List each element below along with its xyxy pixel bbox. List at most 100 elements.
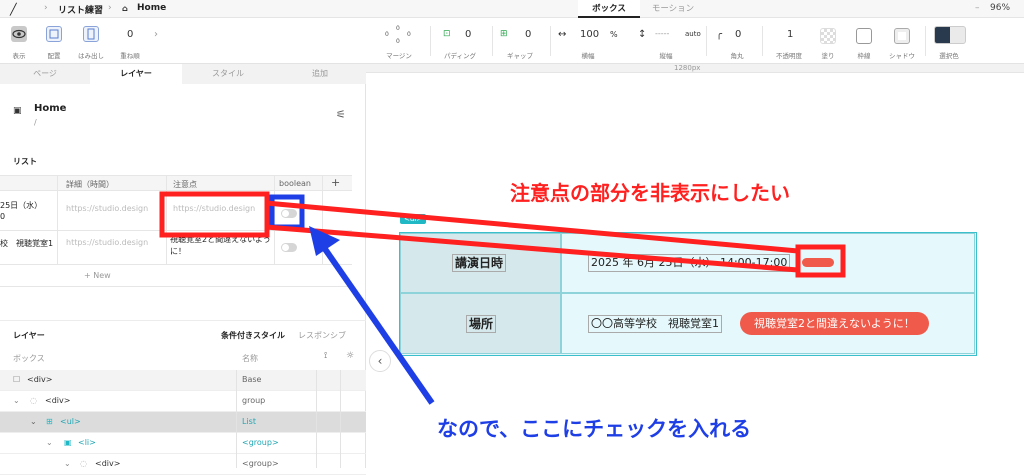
cell-detail[interactable]: https://studio.design (66, 238, 148, 247)
eye-icon[interactable] (11, 26, 27, 42)
margin-right[interactable]: 0 (407, 31, 411, 38)
page-path: / (34, 118, 37, 127)
note-badge-hidden[interactable] (802, 258, 834, 267)
layer-name: Base (242, 375, 262, 384)
fill-label: 塗り (821, 52, 835, 60)
row2-value: 〇〇高等学校 視聴覚室1 (588, 315, 722, 333)
cell-first[interactable]: 校 視聴覚室1 (0, 238, 53, 249)
layer-name: <group> (242, 438, 279, 447)
tab-page[interactable]: ページ (0, 64, 90, 84)
list-element[interactable]: 講演日時 2025 年 6月 25日（水） 14:00-17:00 場所 〇〇高… (399, 232, 977, 356)
column-header[interactable]: boolean (279, 179, 311, 188)
toolbar: 表示 配置 はみ出し 0 重ね順 › 0 0 0 0 マージン ⊡ 0 パディン… (0, 18, 1024, 64)
cell-note[interactable]: https://studio.design (173, 204, 255, 213)
margin-left[interactable]: 0 (385, 31, 389, 38)
grid-line (0, 190, 352, 191)
height-value[interactable]: ----- (655, 29, 669, 38)
z-index-label: 重ね順 (120, 52, 140, 60)
layer-row[interactable]: ⌄ ◌ <div> group (0, 391, 366, 412)
width-unit[interactable]: % (610, 30, 618, 39)
margin-label: マージン (386, 52, 412, 60)
list-icon: ⊞ (46, 417, 53, 426)
tab-layers[interactable]: レイヤー (90, 64, 182, 84)
chevron-down-icon[interactable]: ⌄ (64, 459, 71, 468)
layer-row[interactable]: ☐ <div> Base (0, 370, 366, 391)
grid-line (166, 175, 167, 264)
opacity-value[interactable]: 1 (787, 29, 793, 40)
grid-line (316, 370, 317, 468)
row2-label: 場所 (466, 315, 497, 333)
home-icon: ⌂ (122, 4, 128, 13)
filter-icon[interactable]: ⟟ (324, 351, 327, 361)
boolean-toggle[interactable] (281, 209, 297, 218)
tab-add[interactable]: 追加 (274, 64, 366, 84)
shadow-icon[interactable] (894, 28, 910, 44)
divider (0, 320, 366, 321)
margin-top[interactable]: 0 (396, 25, 400, 32)
group-icon: ◌ (30, 396, 37, 405)
layer-tag: <li> (78, 438, 96, 447)
list-title: リスト (13, 157, 37, 166)
chevron-down-icon[interactable]: ⌄ (30, 417, 37, 426)
margin-bottom[interactable]: 0 (396, 38, 400, 45)
gap-value[interactable]: 0 (525, 29, 531, 40)
responsive-button[interactable]: レスポンシブ (298, 330, 346, 341)
cell-first[interactable]: 25日（水） (0, 200, 42, 211)
boolean-toggle[interactable] (281, 243, 297, 252)
gap-icon: ⊞ (500, 29, 508, 39)
minus-icon[interactable]: – (975, 3, 980, 13)
column-header[interactable]: 詳細（時間） (66, 179, 114, 190)
overflow-icon[interactable] (83, 26, 99, 42)
border-icon[interactable] (856, 28, 872, 44)
cell-note[interactable]: 視聴覚室2と間違えないように！ (170, 234, 274, 258)
breadcrumb-project[interactable]: リスト練習 (58, 3, 103, 16)
add-column-button[interactable]: + (331, 176, 340, 189)
radius-icon: ╭ (716, 29, 723, 40)
pen-icon[interactable]: ╱ (10, 3, 17, 16)
column-name: 名称 (242, 354, 258, 363)
grid-line (340, 370, 341, 468)
breadcrumb-page[interactable]: Home (137, 3, 166, 13)
layer-row[interactable]: ⌄ ◌ <div> <group> (0, 454, 366, 475)
cell-detail[interactable]: https://studio.design (66, 204, 148, 213)
column-header[interactable]: 注意点 (173, 179, 197, 190)
cell-first-line2[interactable]: 0 (0, 212, 5, 221)
layer-name: <group> (242, 459, 279, 468)
chevron-down-icon[interactable]: ⌄ (46, 438, 53, 447)
width-value[interactable]: 100 (580, 29, 599, 40)
new-row-button[interactable]: + New (84, 271, 111, 280)
z-index-value[interactable]: 0 (127, 29, 133, 40)
layer-row[interactable]: ⌄ ⊞ <ul> List (0, 412, 366, 433)
page-title: Home (34, 103, 67, 114)
layer-tag: <div> (27, 375, 53, 384)
layer-row[interactable]: ⌄ ▣ <li> <group> (0, 433, 366, 454)
canvas[interactable]: 1280px ‹ <ul> 講演日時 2025 年 6月 25日（水） 14:0… (366, 64, 1024, 468)
selection-color-swatch[interactable] (934, 26, 966, 44)
annotation-red-text: 注意点の部分を非表示にしたい (510, 181, 790, 205)
collapse-panel-button[interactable]: ‹ (369, 350, 391, 372)
grid-line (322, 175, 323, 264)
divider (550, 26, 551, 56)
fill-icon[interactable] (820, 28, 836, 44)
height-unit[interactable]: auto (685, 30, 701, 38)
layout-icon[interactable] (46, 26, 62, 42)
opacity-label: 不透明度 (776, 52, 802, 60)
chevron-right-icon[interactable]: › (154, 29, 158, 40)
sun-icon[interactable]: ☼ (346, 351, 354, 361)
radius-value[interactable]: 0 (735, 29, 741, 40)
settings-sliders-icon[interactable]: ⚟ (336, 108, 346, 121)
tab-motion[interactable]: モーション (642, 0, 704, 18)
left-panel: ページ レイヤー スタイル 追加 ▣ Home / ⚟ リスト 詳細（時間） 注… (0, 64, 366, 475)
conditional-style-button[interactable]: 条件付きスタイル (221, 330, 285, 341)
tab-box[interactable]: ボックス (578, 0, 640, 18)
grid-line (236, 370, 237, 468)
padding-value[interactable]: 0 (465, 29, 471, 40)
grid-line (0, 230, 352, 231)
chevron-down-icon[interactable]: ⌄ (13, 396, 20, 405)
row1-value: 2025 年 6月 25日（水） 14:00-17:00 (588, 254, 791, 272)
layer-tag: <ul> (60, 417, 81, 426)
tab-style[interactable]: スタイル (182, 64, 274, 84)
zoom-level[interactable]: 96% (990, 3, 1010, 13)
checkbox-icon[interactable]: ☐ (13, 375, 20, 384)
note-badge[interactable]: 視聴覚室2と間違えないように！ (740, 312, 929, 335)
